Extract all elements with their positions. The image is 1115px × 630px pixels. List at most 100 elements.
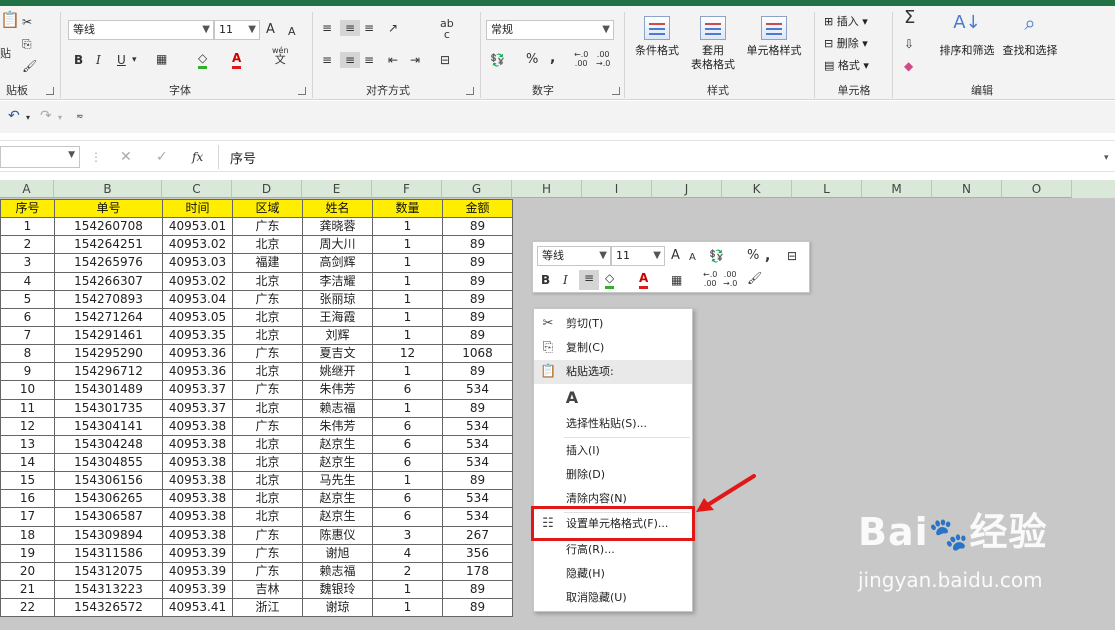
table-header-cell[interactable]: 姓名 [302, 198, 373, 219]
table-cell[interactable]: 154311586 [54, 543, 163, 563]
table-cell[interactable]: 7 [0, 325, 55, 346]
table-cell[interactable]: 姚继开 [302, 362, 373, 382]
table-cell[interactable]: 2 [0, 235, 55, 255]
table-cell[interactable]: 龚晓蓉 [302, 217, 373, 237]
table-cell[interactable]: 浙江 [232, 598, 303, 618]
table-cell[interactable]: 40953.04 [162, 289, 233, 309]
table-cell[interactable]: 178 [442, 561, 513, 581]
table-cell[interactable]: 6 [372, 416, 443, 436]
table-cell[interactable]: 10 [0, 380, 55, 400]
table-cell[interactable]: 89 [442, 289, 513, 309]
table-cell[interactable]: 6 [372, 380, 443, 400]
table-cell[interactable]: 赵京生 [302, 434, 373, 454]
format-cells-button[interactable]: ▤ 格式 ▾ [824, 58, 869, 74]
table-header-cell[interactable]: 数量 [372, 198, 443, 219]
fill-icon[interactable]: ⇩ [904, 36, 914, 52]
table-cell[interactable]: 1 [372, 325, 443, 346]
table-cell[interactable]: 40953.39 [162, 561, 233, 581]
table-cell[interactable]: 40953.38 [162, 416, 233, 436]
table-cell[interactable]: 89 [442, 271, 513, 291]
table-cell[interactable]: 赖志福 [302, 561, 373, 581]
table-cell[interactable]: 赖志福 [302, 398, 373, 418]
table-cell[interactable]: 周大川 [302, 235, 373, 255]
table-cell[interactable]: 北京 [232, 271, 303, 291]
name-box[interactable]: ▼ [0, 146, 80, 168]
mini-format-painter-icon[interactable]: 🖌 [747, 270, 762, 286]
table-cell[interactable]: 40953.38 [162, 452, 233, 473]
formula-input[interactable]: 序号 [230, 148, 256, 167]
table-header-cell[interactable]: 金额 [442, 198, 513, 219]
table-cell[interactable]: 5 [0, 289, 55, 309]
table-cell[interactable]: 11 [0, 398, 55, 418]
table-cell[interactable]: 89 [442, 362, 513, 382]
align-left-icon[interactable]: ≡ [322, 52, 332, 68]
mini-percent-button[interactable]: % [747, 248, 759, 264]
table-cell[interactable]: 534 [442, 489, 513, 509]
table-cell[interactable]: 89 [442, 598, 513, 618]
mini-bold-button[interactable]: B [541, 272, 550, 288]
menu-item-row-height[interactable]: 行高(R)... [534, 538, 692, 562]
table-cell[interactable]: 北京 [232, 489, 303, 509]
enter-icon[interactable]: ✓ [156, 149, 168, 165]
table-cell[interactable]: 1 [372, 579, 443, 600]
find-select-button[interactable]: ⌕ 查找和选择 [998, 13, 1062, 58]
table-cell[interactable]: 1 [372, 362, 443, 382]
table-cell[interactable]: 朱伟芳 [302, 416, 373, 436]
menu-item-delete[interactable]: 删除(D) [534, 463, 692, 487]
font-launcher-icon[interactable] [298, 87, 306, 95]
increase-indent-icon[interactable]: ⇥ [410, 52, 420, 68]
table-cell[interactable]: 广东 [232, 344, 303, 364]
table-cell[interactable]: 6 [0, 307, 55, 327]
table-header-cell[interactable]: 时间 [162, 198, 233, 219]
column-header-j[interactable]: J [652, 180, 722, 198]
table-cell[interactable]: 北京 [232, 235, 303, 255]
table-cell[interactable]: 40953.38 [162, 507, 233, 527]
bold-button[interactable]: B [74, 52, 83, 68]
mini-shrink-font-icon[interactable]: A [689, 250, 696, 266]
table-cell[interactable]: 40953.38 [162, 489, 233, 509]
table-cell[interactable]: 19 [0, 543, 55, 563]
decrease-decimal-icon[interactable]: .00 →.0 [596, 50, 610, 68]
table-cell[interactable]: 刘辉 [302, 325, 373, 346]
align-middle-icon[interactable]: ≡ [340, 20, 360, 36]
align-bottom-icon[interactable]: ≡ [364, 20, 374, 36]
table-cell[interactable]: 谢琼 [302, 598, 373, 618]
table-cell[interactable]: 40953.36 [162, 344, 233, 364]
menu-item-paste-special[interactable]: 选择性粘贴(S)... [534, 412, 692, 436]
table-cell[interactable]: 154306587 [54, 507, 163, 527]
table-cell[interactable]: 89 [442, 217, 513, 237]
chevron-down-icon[interactable]: ▾ [26, 110, 30, 126]
table-cell[interactable]: 154312075 [54, 561, 163, 581]
table-cell[interactable]: 1 [372, 235, 443, 255]
column-header-b[interactable]: B [54, 180, 162, 198]
table-cell[interactable]: 吉林 [232, 579, 303, 600]
menu-item-hide[interactable]: 隐藏(H) [534, 562, 692, 586]
redo-icon[interactable]: ↷ [40, 108, 52, 124]
table-cell[interactable]: 356 [442, 543, 513, 563]
table-cell[interactable]: 534 [442, 507, 513, 527]
accounting-icon[interactable]: 💱 [490, 52, 505, 68]
paste-icon[interactable]: 📋 [0, 12, 20, 34]
table-cell[interactable]: 1 [372, 307, 443, 327]
table-cell[interactable]: 89 [442, 325, 513, 346]
italic-button[interactable]: I [96, 52, 101, 68]
clear-icon[interactable]: ◆ [904, 58, 913, 74]
table-cell[interactable]: 40953.38 [162, 525, 233, 545]
table-cell[interactable]: 154313223 [54, 579, 163, 600]
table-cell[interactable]: 154291461 [54, 325, 163, 346]
table-cell[interactable]: 89 [442, 253, 513, 273]
underline-button[interactable]: U [117, 52, 126, 68]
table-cell[interactable]: 6 [372, 489, 443, 509]
sort-filter-button[interactable]: A↓ 排序和筛选 [936, 14, 998, 58]
table-cell[interactable]: 154304141 [54, 416, 163, 436]
cancel-icon[interactable]: ✕ [120, 149, 132, 165]
table-cell[interactable]: 40953.39 [162, 543, 233, 563]
align-center-icon[interactable]: ≡ [340, 52, 360, 68]
table-cell[interactable]: 高剑辉 [302, 253, 373, 273]
decrease-indent-icon[interactable]: ⇤ [388, 52, 398, 68]
table-cell[interactable]: 17 [0, 507, 55, 527]
table-cell[interactable]: 154306265 [54, 489, 163, 509]
column-header-g[interactable]: G [442, 180, 512, 198]
table-cell[interactable]: 6 [372, 507, 443, 527]
table-cell[interactable]: 4 [0, 271, 55, 291]
